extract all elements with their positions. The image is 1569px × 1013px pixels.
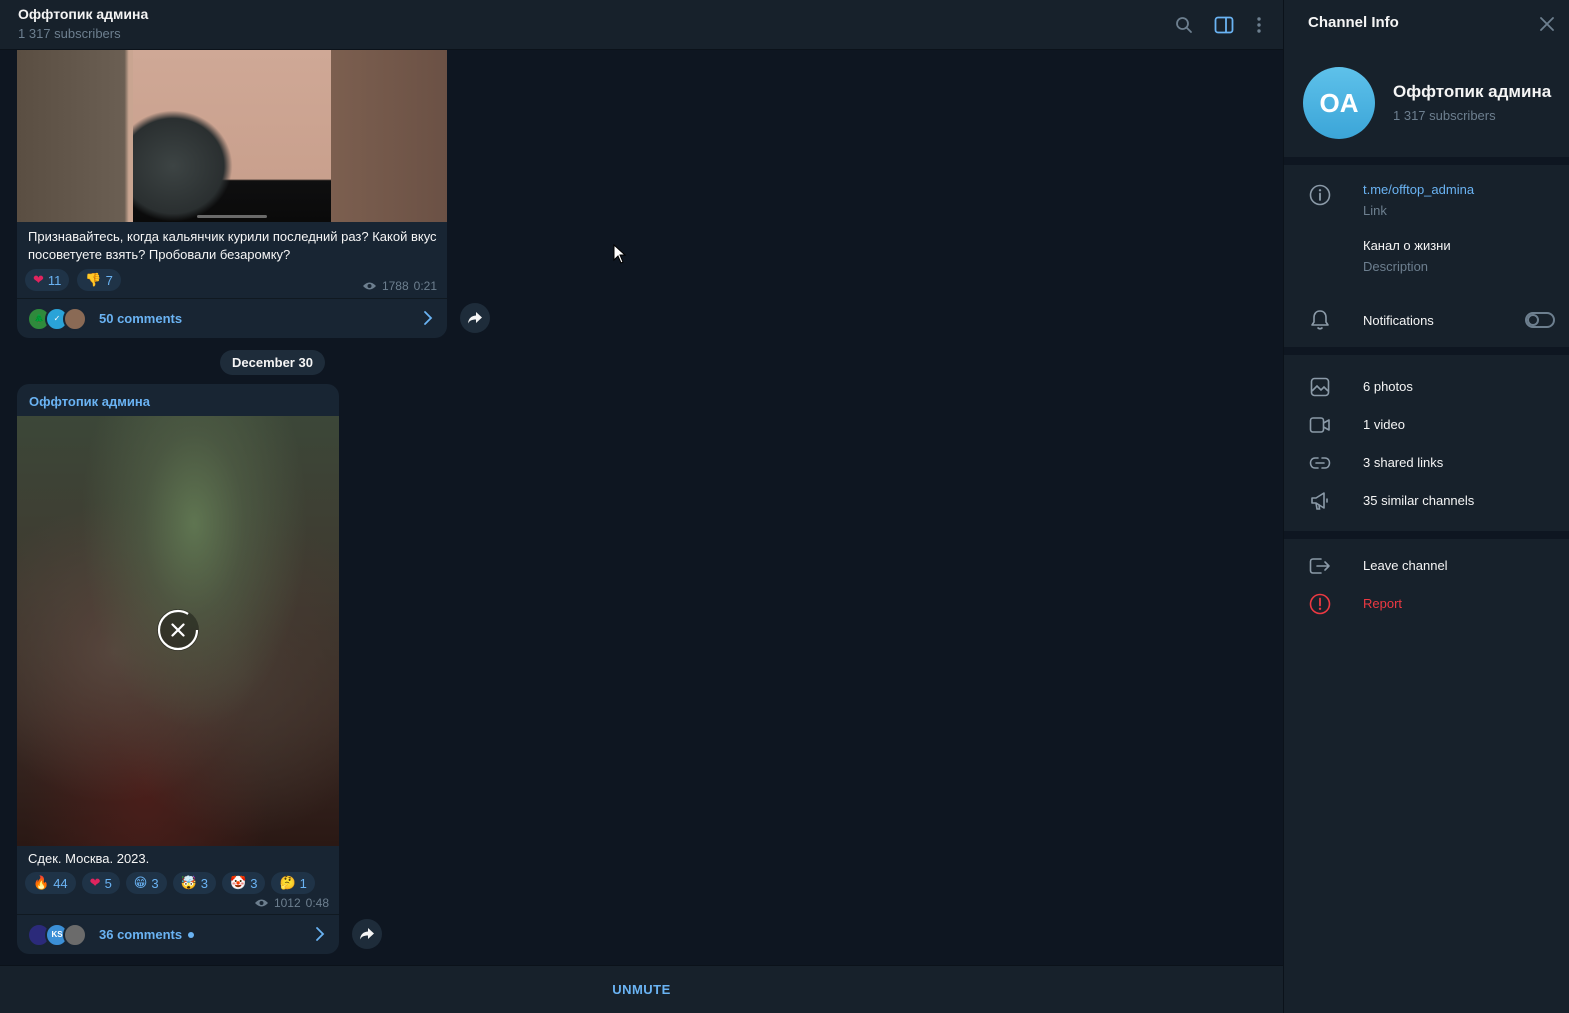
similar-channels-count[interactable]: 35 similar channels <box>1363 493 1474 508</box>
eye-icon <box>362 282 376 290</box>
close-button[interactable] <box>1535 12 1559 36</box>
post-time: 0:21 <box>413 279 437 293</box>
channel-info-panel: Channel Info OA Оффтопик админа 1 317 su… <box>1283 0 1569 1013</box>
share-button[interactable] <box>352 919 382 949</box>
comments-count[interactable]: 50 comments <box>99 311 182 326</box>
mouse-cursor-icon <box>613 244 627 264</box>
fire-emoji-icon: 🔥 <box>33 875 50 890</box>
post-caption: Сдек. Москва. 2023. <box>28 851 150 866</box>
leave-icon <box>1308 554 1332 578</box>
report-button[interactable]: Report <box>1363 596 1402 611</box>
channel-avatar[interactable]: OA <box>1303 67 1375 139</box>
notifications-toggle[interactable] <box>1525 312 1555 328</box>
reaction-bar: 🔥 44 ❤ 5 😁 3 🤯 3 🤡 3 🤔 1 <box>25 872 315 894</box>
channel-subscribers: 1 317 subscribers <box>1393 108 1496 123</box>
avatar <box>63 306 87 331</box>
post-hookah: Признавайтесь, когда кальянчик курили по… <box>17 50 447 338</box>
avatar <box>63 922 87 947</box>
share-icon <box>468 312 482 324</box>
telegram-app: Оффтопик админа 1 317 subscribers Призна… <box>0 0 1569 1013</box>
close-icon <box>1540 17 1554 31</box>
channel-name: Оффтопик админа <box>1393 82 1552 101</box>
divider <box>1284 531 1569 539</box>
reaction-thinking[interactable]: 🤔 1 <box>271 872 315 894</box>
reaction-mind-blown[interactable]: 🤯 3 <box>172 872 217 894</box>
leave-channel-button[interactable]: Leave channel <box>1363 558 1448 573</box>
post-meta: 1788 0:21 <box>362 279 437 293</box>
reaction-heart[interactable]: ❤ 11 <box>25 269 70 291</box>
video-count[interactable]: 1 video <box>1363 417 1405 432</box>
more-vert-icon[interactable] <box>1247 13 1271 37</box>
bottom-bar: UNMUTE <box>0 965 1283 1013</box>
thinking-emoji-icon: 🤔 <box>279 875 296 890</box>
photos-count[interactable]: 6 photos <box>1363 379 1413 394</box>
clown-emoji-icon: 🤡 <box>230 875 247 890</box>
unread-dot-icon <box>188 931 195 938</box>
channel-description-label: Description <box>1363 259 1429 274</box>
reaction-grin[interactable]: 😁 3 <box>125 872 167 894</box>
reaction-heart[interactable]: ❤ 5 <box>81 872 120 894</box>
search-icon[interactable] <box>1172 13 1196 37</box>
grin-emoji-icon: 😁 <box>133 875 148 890</box>
channel-link[interactable]: t.me/offtop_admina <box>1363 182 1474 197</box>
reaction-fire[interactable]: 🔥 44 <box>25 872 76 894</box>
chat-header[interactable]: Оффтопик админа 1 317 subscribers <box>0 0 1283 50</box>
commenter-avatars: KS <box>27 922 89 947</box>
post-cdek: Оффтопик админа Сдек. Москва. 2023. 🔥 44 … <box>17 384 339 954</box>
shared-links-count[interactable]: 3 shared links <box>1363 455 1443 470</box>
post-sender[interactable]: Оффтопик админа <box>29 394 150 409</box>
reaction-bar: ❤ 11 👎 7 <box>25 269 121 291</box>
date-separator: December 30 <box>220 350 325 375</box>
mind-blown-emoji-icon: 🤯 <box>180 875 197 890</box>
post-video-thumbnail[interactable] <box>17 416 339 846</box>
post-meta: 1012 0:48 <box>254 896 329 910</box>
divider <box>1284 347 1569 355</box>
video-icon <box>1308 413 1332 437</box>
thumbs-down-emoji-icon: 👎 <box>85 272 102 287</box>
eye-icon <box>254 899 268 907</box>
share-button[interactable] <box>460 303 490 333</box>
panel-title: Channel Info <box>1308 14 1399 31</box>
notifications-label: Notifications <box>1363 313 1434 328</box>
chevron-right-icon <box>316 927 325 941</box>
post-video-thumbnail[interactable] <box>17 50 447 222</box>
post-time: 0:48 <box>305 896 329 910</box>
reaction-thumbs-down[interactable]: 👎 7 <box>77 269 121 291</box>
photo-icon <box>1308 375 1332 399</box>
share-icon <box>360 928 374 940</box>
channel-link-label: Link <box>1363 203 1387 218</box>
link-icon <box>1308 451 1332 475</box>
comments-count[interactable]: 36 comments <box>99 927 182 942</box>
megaphone-icon <box>1308 489 1332 513</box>
post-caption: Признавайтесь, когда кальянчик курили по… <box>28 229 437 262</box>
chat-subscribers: 1 317 subscribers <box>18 26 121 41</box>
comments-link[interactable]: KS 36 comments <box>17 914 339 954</box>
divider <box>1284 157 1569 165</box>
channel-description: Канал о жизни <box>1363 238 1451 253</box>
report-icon <box>1308 592 1332 616</box>
commenter-avatars: 🌲 ✓ <box>27 306 89 331</box>
view-count: 1788 <box>381 279 409 293</box>
comments-link[interactable]: 🌲 ✓ 50 comments <box>17 298 447 338</box>
heart-emoji-icon: ❤ <box>89 875 101 890</box>
reaction-clown[interactable]: 🤡 3 <box>222 872 266 894</box>
close-icon <box>157 609 199 651</box>
info-icon <box>1308 183 1332 207</box>
unmute-button[interactable]: UNMUTE <box>612 982 671 997</box>
chevron-right-icon <box>424 311 433 325</box>
bell-icon <box>1308 308 1332 332</box>
view-count: 1012 <box>273 896 301 910</box>
chat-area: Оффтопик админа 1 317 subscribers Призна… <box>0 0 1283 1013</box>
chat-title[interactable]: Оффтопик админа <box>18 6 148 22</box>
message-list[interactable]: Признавайтесь, когда кальянчик курили по… <box>0 50 1283 965</box>
cancel-download-button[interactable] <box>157 609 199 651</box>
sidebar-toggle-icon[interactable] <box>1212 13 1236 37</box>
heart-emoji-icon: ❤ <box>33 272 44 287</box>
